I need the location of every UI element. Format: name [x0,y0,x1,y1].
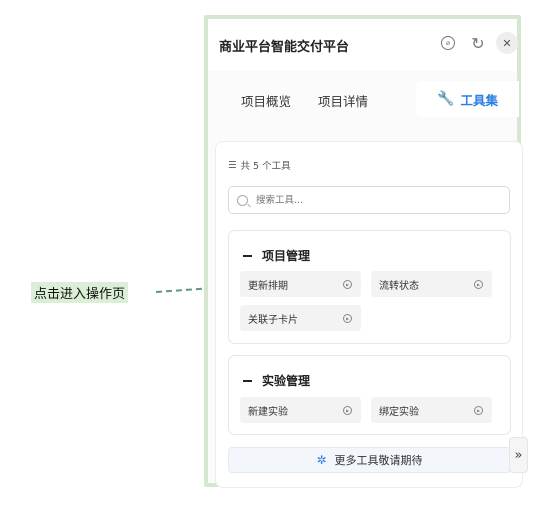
tools-content: ☰ 共 5 个工具 项目管理 更新排期 ▶ 流转状态 ▶ 关联子卡片 ▶ [215,141,523,488]
tool-label: 新建实验 [248,406,288,418]
tool-new-experiment[interactable]: 新建实验 ▶ [240,397,361,423]
play-icon: ▶ [343,279,352,289]
tool-count: ☰ 共 5 个工具 [228,158,291,173]
tool-link-subcard[interactable]: 关联子卡片 ▶ [240,305,361,331]
close-icon[interactable]: ✕ [496,32,518,54]
tool-count-text: 共 5 个工具 [240,161,291,172]
play-icon: ▶ [474,279,483,289]
tab-project-details[interactable]: 项目详情 [318,91,368,110]
search-box[interactable] [228,186,510,214]
group-title: 实验管理 [243,372,310,389]
collapse-dash-icon[interactable] [243,254,252,257]
group-experiment-management: 实验管理 新建实验 ▶ 绑定实验 ▶ [228,355,511,435]
collapse-dash-icon[interactable] [243,379,252,382]
group-title-label: 项目管理 [262,249,311,263]
more-tools-banner[interactable]: ✲ 更多工具敬请期待 [228,447,511,473]
tool-label: 绑定实验 [379,406,419,418]
tab-project-overview[interactable]: 项目概览 [241,91,291,110]
filter-icon: ☰ [228,159,237,171]
refresh-icon[interactable]: ↻ [469,34,487,53]
compass-icon[interactable]: ⌀ [439,34,457,52]
annotation-label: 点击进入操作页 [31,282,129,303]
chevron-double-right-icon[interactable]: » [509,437,528,473]
tool-label: 流转状态 [379,280,419,292]
tool-label: 更新排期 [248,280,288,292]
search-icon [237,194,248,206]
panel-title: 商业平台智能交付平台 [219,40,350,55]
toolbox-panel: 商业平台智能交付平台 ⌀ ↻ ✕ 项目概览 项目详情 🔧 工具集 ☰ 共 5 个… [204,15,523,488]
tool-bind-experiment[interactable]: 绑定实验 ▶ [371,397,492,423]
tool-label: 关联子卡片 [248,314,298,326]
group-title-label: 实验管理 [262,374,311,388]
search-input[interactable] [254,193,498,207]
tab-bar: 项目概览 项目详情 🔧 工具集 [208,79,519,121]
tool-update-schedule[interactable]: 更新排期 ▶ [240,271,361,297]
tab-toolset-label: 工具集 [460,92,498,108]
tab-toolset[interactable]: 🔧 工具集 [416,81,519,117]
panel-header: 商业平台智能交付平台 ⌀ ↻ ✕ [208,19,518,71]
group-title: 项目管理 [243,247,310,264]
play-icon: ▶ [343,313,352,323]
wrench-icon: 🔧 [437,91,455,107]
tool-transition-status[interactable]: 流转状态 ▶ [371,271,492,297]
play-icon: ▶ [474,405,483,415]
play-icon: ▶ [343,405,352,415]
sparkle-icon: ✲ [316,453,327,467]
group-project-management: 项目管理 更新排期 ▶ 流转状态 ▶ 关联子卡片 ▶ [228,230,511,344]
more-tools-label: 更多工具敬请期待 [334,454,423,467]
